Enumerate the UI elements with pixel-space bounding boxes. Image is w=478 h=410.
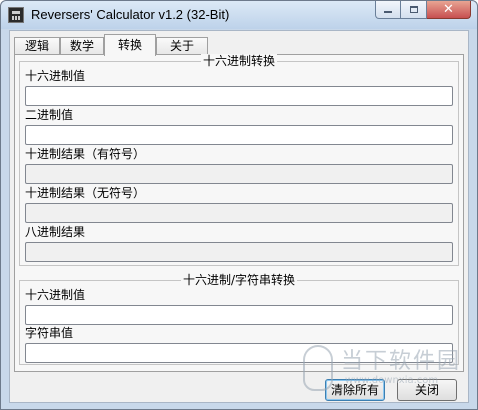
maximize-icon bbox=[409, 6, 418, 13]
tab-logic[interactable]: 逻辑 bbox=[14, 37, 60, 55]
close-icon: ✕ bbox=[443, 2, 454, 17]
close-button[interactable]: 关闭 bbox=[397, 379, 457, 401]
hex-value-input[interactable] bbox=[25, 86, 453, 106]
octal-result-output[interactable] bbox=[25, 242, 453, 262]
string-value-label: 字符串值 bbox=[25, 326, 74, 340]
tab-convert[interactable]: 转换 bbox=[104, 34, 156, 56]
binary-value-label: 二进制值 bbox=[25, 108, 74, 122]
octal-result-label: 八进制结果 bbox=[25, 225, 86, 239]
app-window: Reversers' Calculator v1.2 (32-Bit) ✕ 逻辑… bbox=[0, 0, 478, 410]
tab-about[interactable]: 关于 bbox=[156, 37, 208, 55]
window-title: Reversers' Calculator v1.2 (32-Bit) bbox=[31, 7, 230, 22]
binary-value-input[interactable] bbox=[25, 125, 453, 145]
clear-all-button[interactable]: 清除所有 bbox=[325, 379, 385, 401]
string-conversion-title: 十六进制/字符串转换 bbox=[180, 273, 298, 287]
hex-string-value-input[interactable] bbox=[25, 305, 453, 325]
calculator-icon bbox=[8, 7, 24, 23]
title-bar[interactable]: Reversers' Calculator v1.2 (32-Bit) ✕ bbox=[1, 1, 477, 29]
tab-math[interactable]: 数学 bbox=[60, 37, 104, 55]
maximize-button[interactable] bbox=[401, 1, 427, 19]
hex-value-label: 十六进制值 bbox=[25, 69, 86, 83]
close-window-button[interactable]: ✕ bbox=[427, 1, 471, 19]
minimize-button[interactable] bbox=[375, 1, 401, 19]
minimize-icon bbox=[384, 11, 392, 13]
string-conversion-group: 十六进制/字符串转换 十六进制值 字符串值 bbox=[19, 273, 459, 365]
caption-buttons: ✕ bbox=[375, 1, 471, 20]
client-area: 逻辑 数学 转换 关于 十六进制转换 十六进制值 二进制值 十进制结果（有符号）… bbox=[9, 30, 469, 403]
decimal-signed-label: 十进制结果（有符号） bbox=[25, 147, 146, 161]
decimal-unsigned-label: 十进制结果（无符号） bbox=[25, 186, 146, 200]
convert-tab-panel: 十六进制转换 十六进制值 二进制值 十进制结果（有符号） 十进制结果（无符号） … bbox=[14, 54, 464, 372]
hex-conversion-title: 十六进制转换 bbox=[200, 54, 277, 68]
string-value-input[interactable] bbox=[25, 343, 453, 363]
decimal-signed-output[interactable] bbox=[25, 164, 453, 184]
decimal-unsigned-output[interactable] bbox=[25, 203, 453, 223]
hex-string-value-label: 十六进制值 bbox=[25, 288, 86, 302]
hex-conversion-group: 十六进制转换 十六进制值 二进制值 十进制结果（有符号） 十进制结果（无符号） … bbox=[19, 54, 459, 266]
